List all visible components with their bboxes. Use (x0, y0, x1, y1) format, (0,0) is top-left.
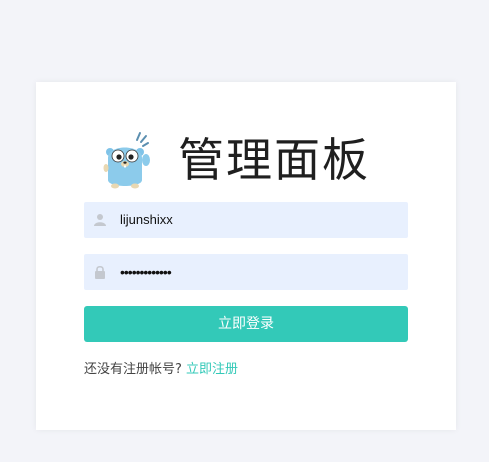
page-title: 管理面板 (178, 133, 370, 187)
card-header: 管理面板 (36, 122, 456, 192)
gopher-mascot-icon (103, 132, 150, 189)
register-row: 还没有注册帐号? 立即注册 (84, 360, 238, 380)
login-card: 管理面板 lijunshixx ••••••••••••• 立即登录 还没有注册… (36, 82, 456, 430)
password-field[interactable]: ••••••••••••• (84, 254, 408, 290)
login-button[interactable]: 立即登录 (84, 306, 408, 342)
username-value[interactable]: lijunshixx (120, 202, 173, 238)
register-link[interactable]: 立即注册 (186, 362, 238, 377)
username-field[interactable]: lijunshixx (84, 202, 408, 238)
user-icon (94, 214, 106, 226)
lock-icon (95, 265, 105, 279)
register-prompt: 还没有注册帐号? (84, 362, 182, 377)
password-value[interactable]: ••••••••••••• (120, 254, 172, 290)
login-page: 管理面板 lijunshixx ••••••••••••• 立即登录 还没有注册… (0, 0, 489, 462)
